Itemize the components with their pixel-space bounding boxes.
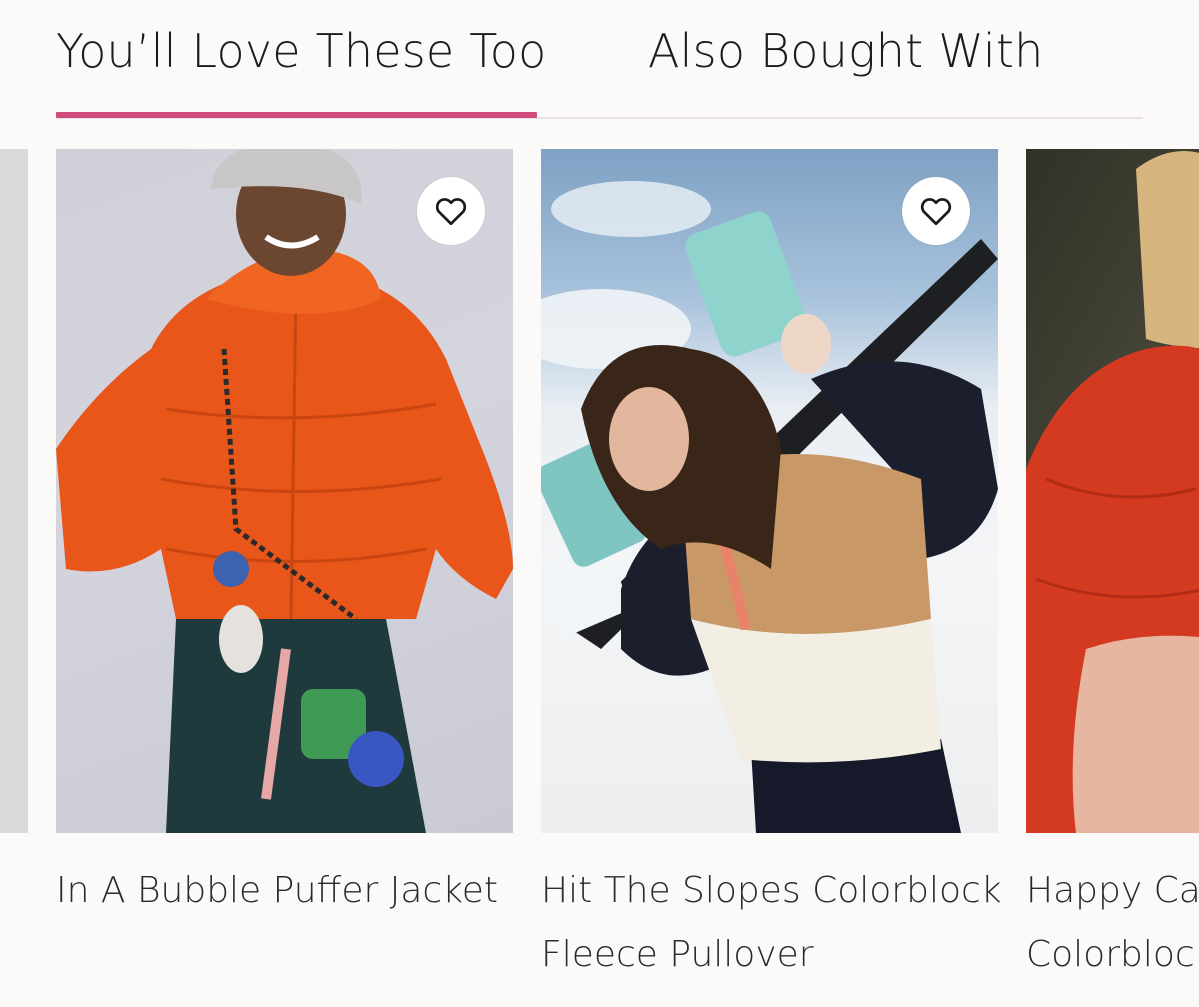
- tab-youll-love-these-too[interactable]: You’ll Love These Too: [56, 24, 546, 78]
- heart-outline-icon: [920, 198, 952, 226]
- tab-also-bought-with[interactable]: Also Bought With: [648, 24, 1043, 78]
- product-photo-red-jacket: [1026, 151, 1199, 833]
- favorite-button[interactable]: [417, 177, 485, 245]
- favorite-button[interactable]: [902, 177, 970, 245]
- product-card[interactable]: Happy Camper Colorblock: [1026, 149, 1199, 987]
- product-image[interactable]: [56, 149, 513, 833]
- product-title[interactable]: Happy Camper Colorblock: [1026, 859, 1199, 987]
- product-carousel[interactable]: In A Bubble Puffer Jacket Hit The Slopes…: [0, 149, 1199, 1007]
- active-tab-indicator: [56, 112, 537, 118]
- recommendation-tabs: You’ll Love These Too Also Bought With: [56, 0, 1143, 122]
- product-image[interactable]: [541, 149, 998, 833]
- product-card-previous-partial[interactable]: [0, 149, 28, 833]
- product-photo-fleece-pullover: [541, 181, 998, 833]
- product-title[interactable]: Hit The Slopes Colorblock Fleece Pullove…: [541, 859, 1011, 987]
- recommendations-section: You’ll Love These Too Also Bought With I…: [0, 0, 1199, 1007]
- product-photo-puffer-jacket: [56, 149, 513, 833]
- product-title[interactable]: In A Bubble Puffer Jacket: [56, 859, 526, 923]
- heart-outline-icon: [435, 198, 467, 226]
- product-card[interactable]: Hit The Slopes Colorblock Fleece Pullove…: [541, 149, 1002, 987]
- product-card[interactable]: In A Bubble Puffer Jacket: [56, 149, 513, 923]
- product-image[interactable]: [1026, 149, 1199, 833]
